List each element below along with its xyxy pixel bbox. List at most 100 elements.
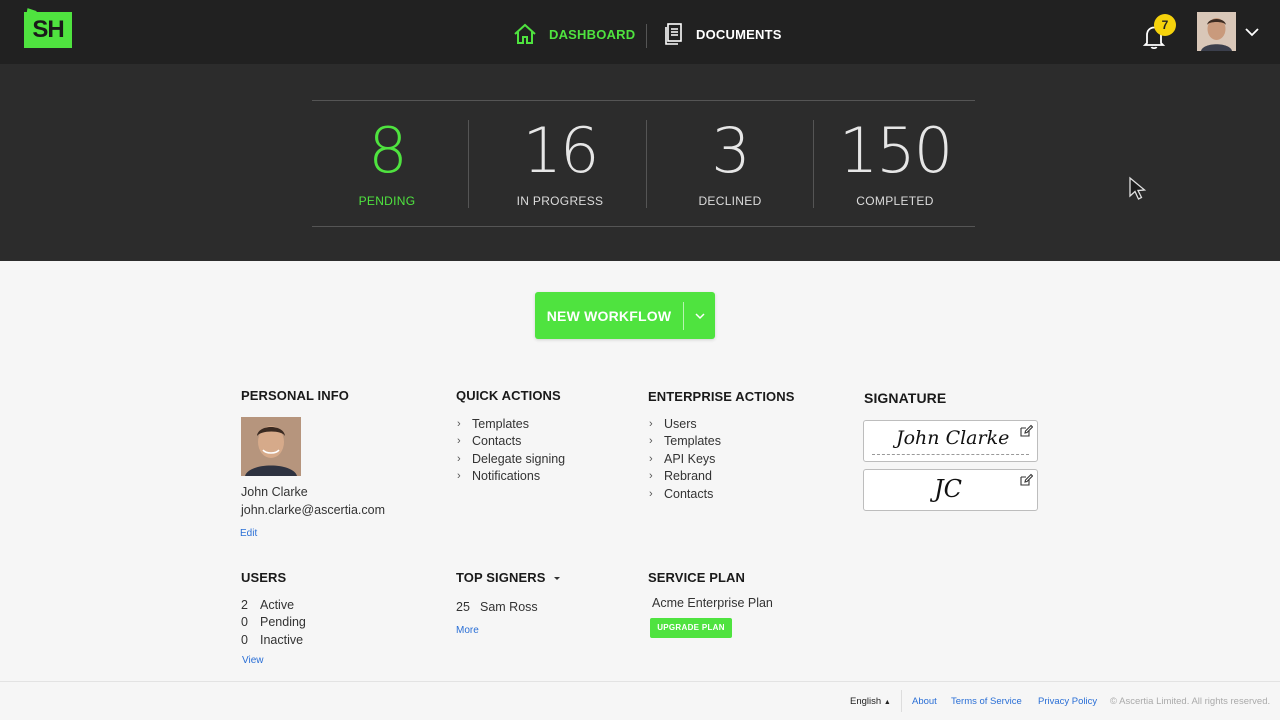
users-pending-row: 0 Pending [241,615,306,629]
quick-actions-title: QUICK ACTIONS [456,388,561,403]
edit-icon[interactable] [1019,473,1033,487]
top-signer-count: 25 [456,600,470,614]
top-signers-title: TOP SIGNERS [456,570,546,585]
document-icon [665,23,682,45]
stat-completed-value: 150 [838,114,953,187]
chevron-right-icon: › [457,452,461,465]
nav-documents[interactable]: DOCUMENTS [664,22,782,46]
edit-icon[interactable] [1019,424,1033,438]
footer-separator [901,690,902,712]
stat-in-progress-label: IN PROGRESS [516,194,604,208]
enterprise-actions-list: › Users › Templates › API Keys › Rebrand › Co… [649,415,721,503]
user-avatar[interactable] [1197,12,1236,51]
enterprise-action-rebrand[interactable]: › Rebrand [649,468,721,486]
nav-dashboard-label: DASHBOARD [549,26,636,42]
chevron-right-icon: › [649,487,653,500]
profile-photo [241,417,301,476]
nav-documents-label: DOCUMENTS [696,26,782,42]
stats-band [0,64,1280,261]
stat-divider [468,120,469,208]
quick-action-label: Contacts [472,434,522,449]
enterprise-actions-title: ENTERPRISE ACTIONS [648,389,795,404]
enterprise-action-contacts[interactable]: › Contacts [649,485,721,503]
stat-in-progress[interactable]: 16 IN PROGRESS [510,114,610,209]
chevron-right-icon: › [649,435,653,448]
enterprise-action-users[interactable]: › Users [649,415,721,433]
top-signers-dropdown[interactable]: TOP SIGNERS [456,570,562,585]
footer-about-link[interactable]: About [912,696,937,707]
signature-full[interactable]: John Clarke [863,420,1038,462]
enterprise-action-label: API Keys [664,451,716,466]
users-pending-count: 0 [241,615,248,629]
stat-pending-label: PENDING [358,194,416,208]
top-navbar: SH DASHBOARD DOCUMENTS 7 [0,0,1280,64]
users-active-label: Active [260,598,295,612]
caret-down-icon [554,577,561,580]
new-workflow-dropdown[interactable] [684,312,715,320]
upgrade-plan-button[interactable]: UPGRADE PLAN [650,618,732,638]
stat-pending[interactable]: 8 PENDING [347,114,427,209]
enterprise-action-api-keys[interactable]: › API Keys [649,450,721,468]
signature-baseline [872,454,1029,455]
nav-divider [646,24,647,48]
stat-divider [813,120,814,208]
stat-declined-value: 3 [711,114,750,187]
users-active-row: 2 Active [241,598,294,612]
quick-action-label: Delegate signing [472,451,566,466]
edit-profile-link[interactable]: Edit [240,528,257,539]
users-pending-label: Pending [260,615,306,629]
users-inactive-label: Inactive [260,633,304,647]
users-inactive-row: 0 Inactive [241,633,303,647]
quick-action-templates[interactable]: › Templates [457,415,565,433]
users-inactive-count: 0 [241,633,248,647]
top-signer-row[interactable]: 25 Sam Ross [456,600,538,614]
chevron-right-icon: › [457,417,461,430]
footer-divider [0,681,1280,682]
chevron-right-icon: › [649,417,653,430]
chevron-right-icon: › [457,470,461,483]
chevron-right-icon: › [649,470,653,483]
stats-bottom-rule [312,226,975,227]
language-selector[interactable]: English ▲ [850,696,891,707]
service-plan-name: Acme Enterprise Plan [652,596,773,610]
users-title: USERS [241,570,287,585]
stat-completed-label: COMPLETED [856,194,934,208]
stat-completed[interactable]: 150 COMPLETED [835,114,955,209]
view-users-link[interactable]: View [242,655,264,666]
quick-actions-list: › Templates › Contacts › Delegate signing ›… [457,415,565,485]
app-logo[interactable]: SH [24,12,72,48]
profile-email: john.clarke@ascertia.com [241,503,385,517]
signature-title: SIGNATURE [864,390,947,406]
footer-copyright: © Ascertia Limited. All rights reserved. [1110,696,1271,707]
chevron-down-icon[interactable] [1244,26,1260,38]
chevron-right-icon: › [649,452,653,465]
stat-declined[interactable]: 3 DECLINED [690,114,770,209]
quick-action-notifications[interactable]: › Notifications [457,468,565,486]
quick-action-label: Notifications [472,469,541,484]
enterprise-action-templates[interactable]: › Templates [649,433,721,451]
signature-initials[interactable]: JC [863,469,1038,511]
notification-badge: 7 [1154,14,1176,36]
stats-top-rule [312,100,975,101]
home-icon [514,23,536,44]
enterprise-action-label: Templates [664,434,721,449]
signature-initials-text: JC [934,475,962,503]
top-signer-name: Sam Ross [480,600,538,614]
quick-action-delegate-signing[interactable]: › Delegate signing [457,450,565,468]
mouse-cursor-icon [1129,176,1147,200]
caret-up-icon: ▲ [883,699,891,706]
nav-dashboard[interactable]: DASHBOARD [513,22,635,46]
stat-declined-label: DECLINED [698,194,762,208]
footer-terms-link[interactable]: Terms of Service [951,696,1022,707]
stat-pending-value: 8 [368,114,407,187]
more-signers-link[interactable]: More [456,625,479,636]
new-workflow-button[interactable]: NEW WORKFLOW [535,292,715,339]
footer-privacy-link[interactable]: Privacy Policy [1038,696,1097,707]
enterprise-action-label: Rebrand [664,469,712,484]
profile-photo-image [241,417,301,476]
chevron-right-icon: › [457,435,461,448]
personal-info-title: PERSONAL INFO [241,388,349,403]
quick-action-contacts[interactable]: › Contacts [457,433,565,451]
stat-in-progress-value: 16 [522,114,600,187]
enterprise-action-label: Contacts [664,486,714,501]
